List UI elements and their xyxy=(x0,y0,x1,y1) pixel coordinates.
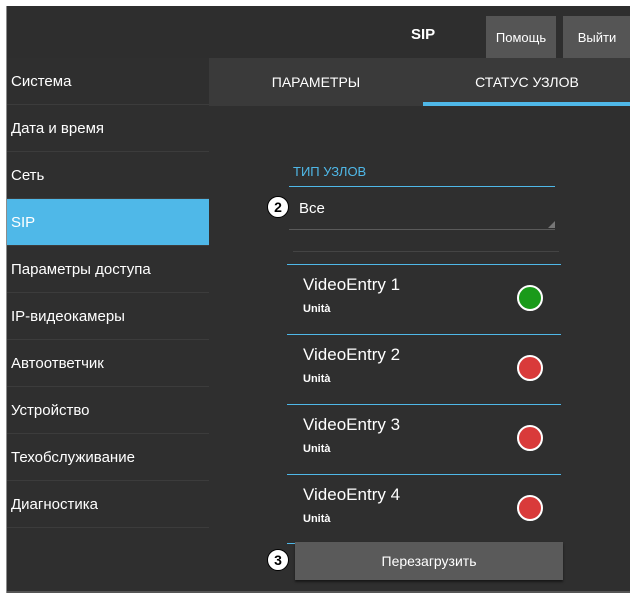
tab-bar: ПАРАМЕТРЫ СТАТУС УЗЛОВ xyxy=(209,58,630,106)
list-item[interactable]: VideoEntry 3 Unità xyxy=(287,404,561,474)
dropdown-corner-icon xyxy=(548,221,555,228)
status-dot-icon xyxy=(517,285,543,311)
logout-button[interactable]: Выйти xyxy=(563,16,630,58)
divider xyxy=(289,229,555,230)
app-frame: SIP Помощь Выйти Система Дата и время Се… xyxy=(6,6,630,593)
divider xyxy=(289,186,555,187)
node-type-select[interactable]: Все xyxy=(289,188,555,230)
list-item[interactable]: VideoEntry 1 Unità xyxy=(287,264,561,334)
help-button[interactable]: Помощь xyxy=(486,16,556,58)
node-name: VideoEntry 2 xyxy=(303,345,401,364)
status-dot-icon xyxy=(517,355,543,381)
sidebar-item-date-time[interactable]: Дата и время xyxy=(7,105,209,152)
sidebar-item-system[interactable]: Система xyxy=(7,58,209,105)
node-subtitle: Unità xyxy=(303,443,331,455)
status-dot-icon xyxy=(517,425,543,451)
node-subtitle: Unità xyxy=(303,513,331,525)
list-item[interactable]: VideoEntry 4 Unità xyxy=(287,474,561,544)
main-content: ТИП УЗЛОВ Все 2 VideoEntry 1 Unità Video… xyxy=(209,106,630,593)
tab-node-status[interactable]: СТАТУС УЗЛОВ xyxy=(423,58,630,106)
sidebar-item-device[interactable]: Устройство xyxy=(7,387,209,434)
sidebar-item-network[interactable]: Сеть xyxy=(7,152,209,199)
sidebar-item-maintenance[interactable]: Техобслуживание xyxy=(7,434,209,481)
node-name: VideoEntry 3 xyxy=(303,415,401,434)
sidebar-item-answering-machine[interactable]: Автоответчик xyxy=(7,340,209,387)
sidebar-item-access-settings[interactable]: Параметры доступа xyxy=(7,246,209,293)
tab-parameters[interactable]: ПАРАМЕТРЫ xyxy=(209,58,423,106)
header: SIP Помощь Выйти xyxy=(7,6,630,58)
node-subtitle: Unità xyxy=(303,303,331,315)
page-title: SIP xyxy=(411,26,436,43)
callout-badge: 3 xyxy=(267,549,289,571)
sidebar-item-sip[interactable]: SIP xyxy=(7,199,209,246)
list-item[interactable]: VideoEntry 2 Unità xyxy=(287,334,561,404)
node-subtitle: Unità xyxy=(303,373,331,385)
node-name: VideoEntry 4 xyxy=(303,485,401,504)
status-dot-icon xyxy=(517,495,543,521)
sidebar-item-diagnostics[interactable]: Диагностика xyxy=(7,481,209,528)
node-type-label: ТИП УЗЛОВ xyxy=(293,164,367,179)
sidebar-item-ip-cameras[interactable]: IP-видеокамеры xyxy=(7,293,209,340)
node-name: VideoEntry 1 xyxy=(303,275,401,294)
node-type-value: Все xyxy=(299,200,325,217)
sidebar: Система Дата и время Сеть SIP Параметры … xyxy=(7,58,209,593)
node-list: VideoEntry 1 Unità VideoEntry 2 Unità Vi… xyxy=(287,264,561,544)
callout-badge: 2 xyxy=(267,196,289,218)
reboot-button[interactable]: Перезагрузить xyxy=(295,542,563,580)
divider xyxy=(293,251,559,252)
